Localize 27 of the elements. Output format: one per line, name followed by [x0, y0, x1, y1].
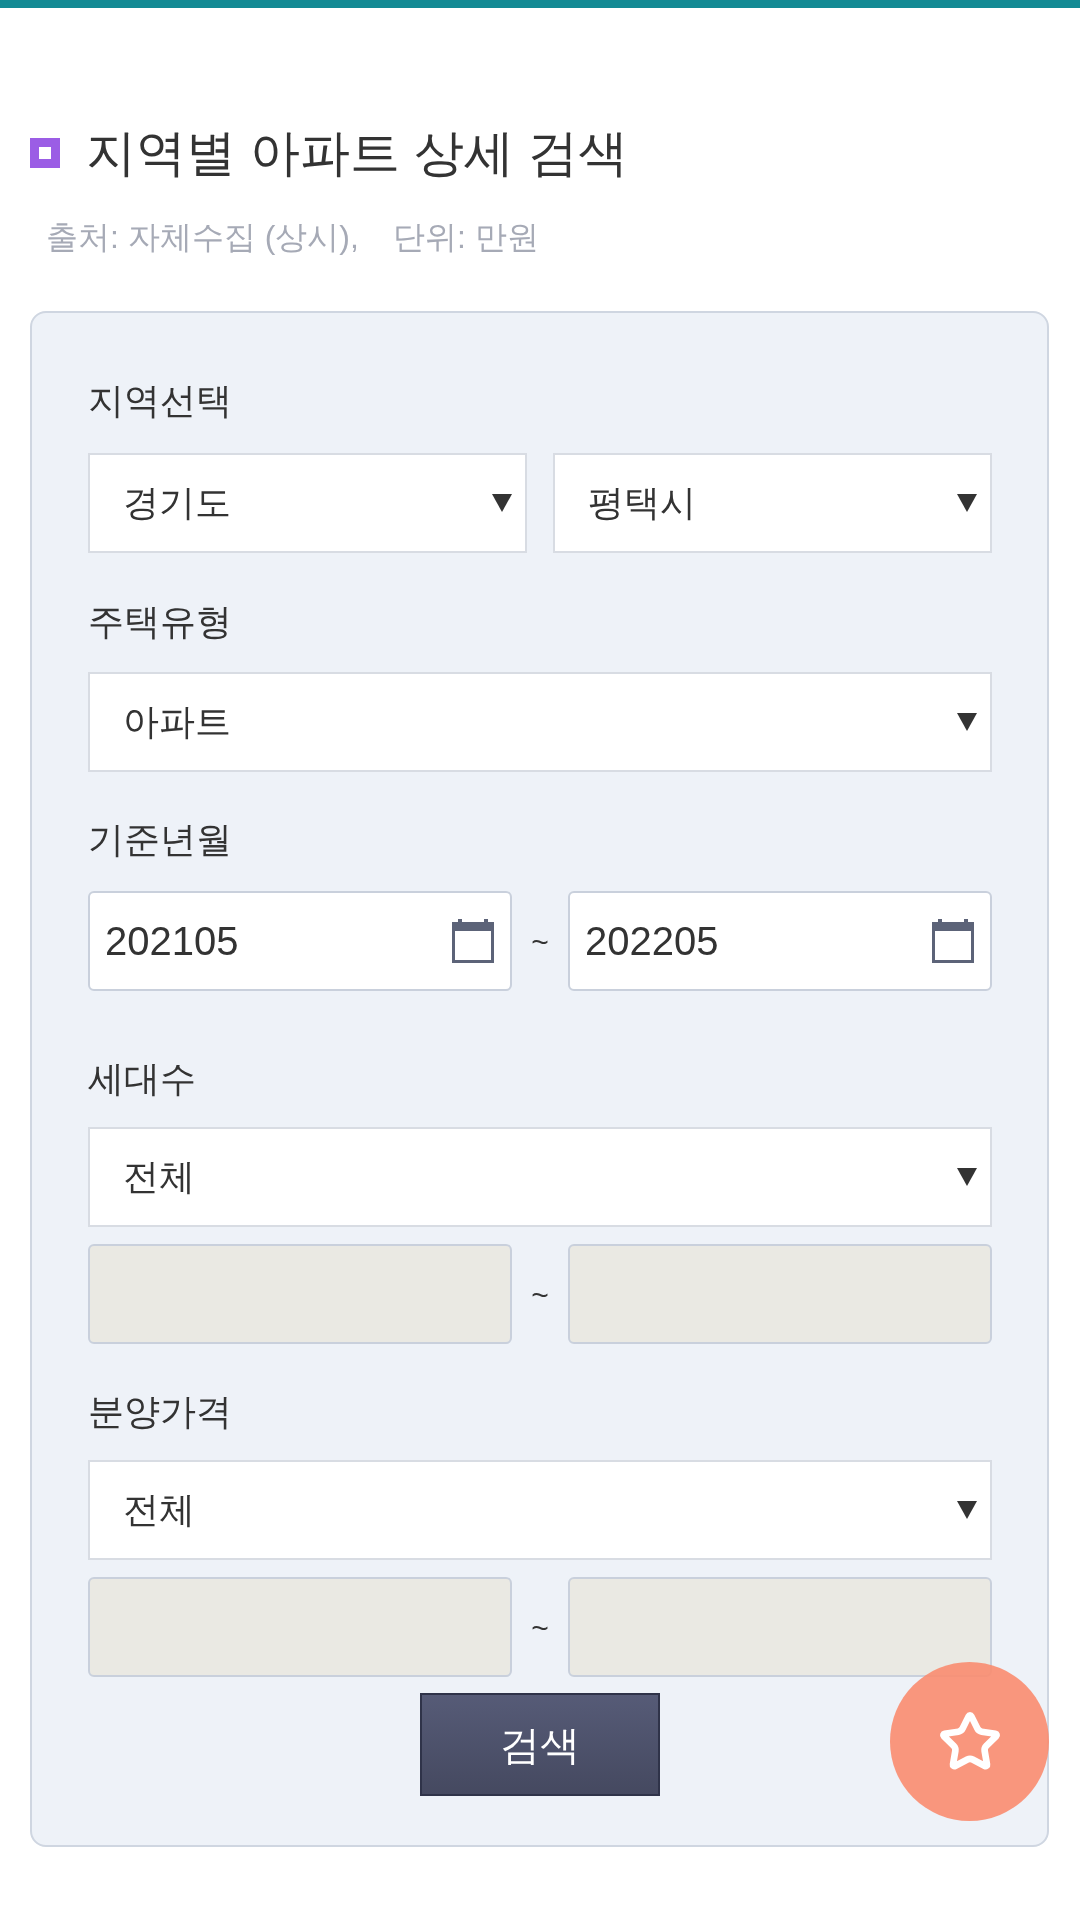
field-label: 분양가격 — [88, 1390, 233, 1434]
tilde-separator: ~ — [531, 923, 549, 960]
field-label: 세대수 — [88, 1057, 197, 1101]
unit-note: 단위: 만원 — [392, 218, 539, 257]
caret-icon — [957, 1501, 977, 1519]
dropdown[interactable]: 평택시 — [553, 453, 992, 553]
caret-icon — [957, 494, 977, 512]
search-button[interactable]: 검색 — [420, 1693, 660, 1796]
page-title: 지역별 아파트 상세 검색 — [86, 124, 628, 182]
field-label: 지역선택 — [88, 379, 233, 423]
square-bullet-icon — [30, 138, 60, 168]
date-field[interactable]: 202105 — [88, 891, 512, 991]
field-label: 주택유형 — [88, 600, 233, 644]
caret-icon — [492, 494, 512, 512]
calendar-icon — [932, 919, 974, 963]
caret-icon — [957, 1168, 977, 1186]
date-field[interactable]: 202205 — [568, 891, 992, 991]
calendar-icon — [452, 919, 494, 963]
dropdown[interactable]: 경기도 — [88, 453, 527, 553]
source-note: 출처: 자체수집 (상시), — [46, 218, 359, 257]
tilde-separator: ~ — [531, 1609, 549, 1646]
dropdown[interactable]: 전체 — [88, 1460, 992, 1560]
caret-icon — [957, 713, 977, 731]
dropdown[interactable]: 전체 — [88, 1127, 992, 1227]
tilde-separator: ~ — [531, 1276, 549, 1313]
field-label: 기준년월 — [88, 818, 233, 862]
dropdown[interactable]: 아파트 — [88, 672, 992, 772]
